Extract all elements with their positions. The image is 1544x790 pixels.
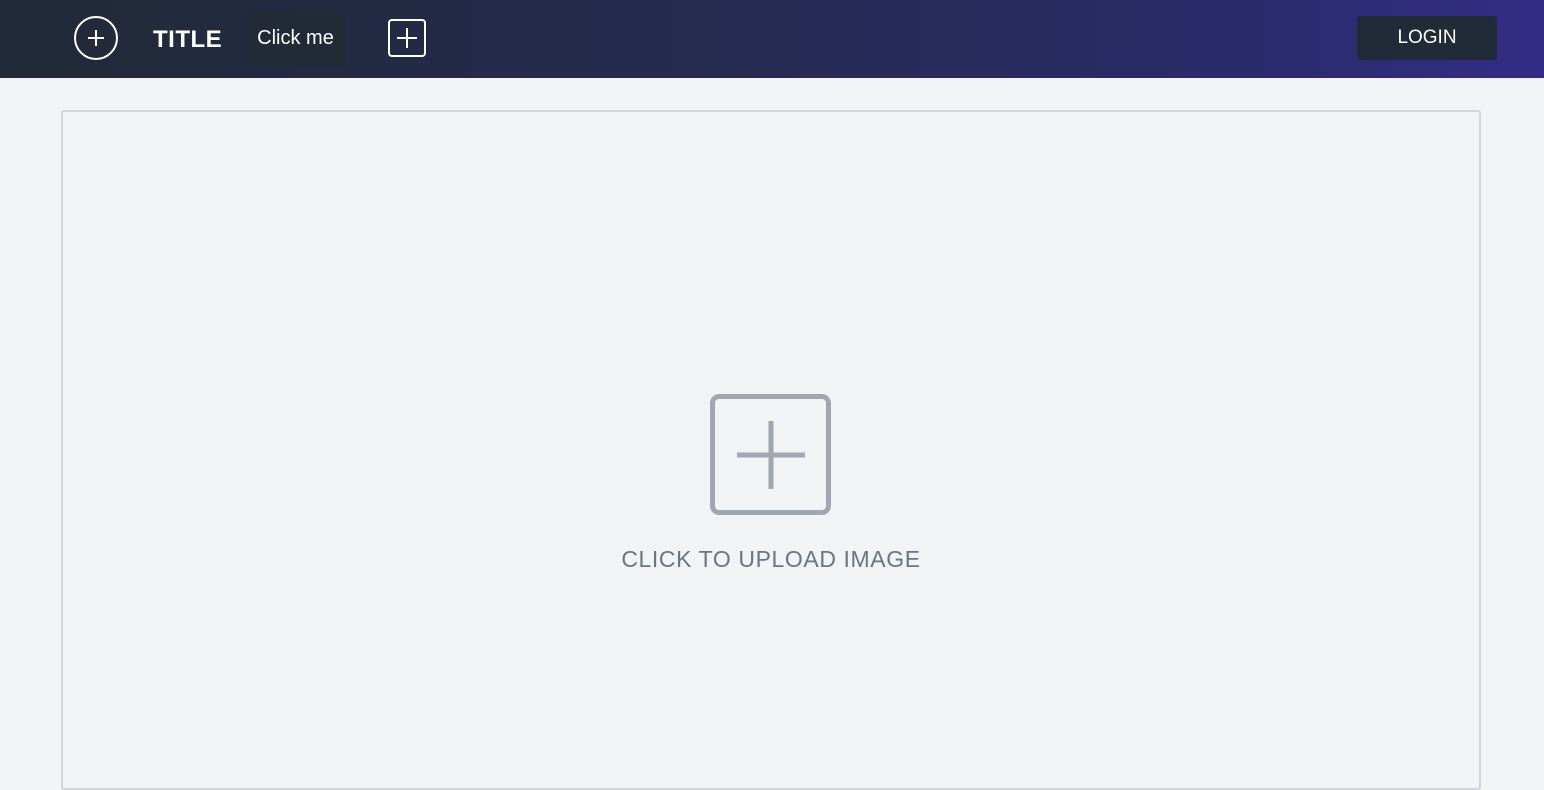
plus-glyph xyxy=(397,28,417,48)
click-me-button[interactable]: Click me xyxy=(246,12,345,65)
square-plus-icon[interactable] xyxy=(388,19,426,57)
plus-glyph xyxy=(736,420,805,489)
login-label: LOGIN xyxy=(1397,27,1457,48)
login-button[interactable]: LOGIN xyxy=(1357,16,1497,60)
upload-label: CLICK TO UPLOAD IMAGE xyxy=(621,546,921,572)
top-bar: TITLE Click me LOGIN xyxy=(0,0,1544,78)
click-me-label: Click me xyxy=(257,27,334,49)
plus-glyph xyxy=(88,30,104,46)
circle-plus-icon[interactable] xyxy=(74,16,118,60)
page-title: TITLE xyxy=(153,26,223,53)
square-plus-icon xyxy=(710,394,831,515)
